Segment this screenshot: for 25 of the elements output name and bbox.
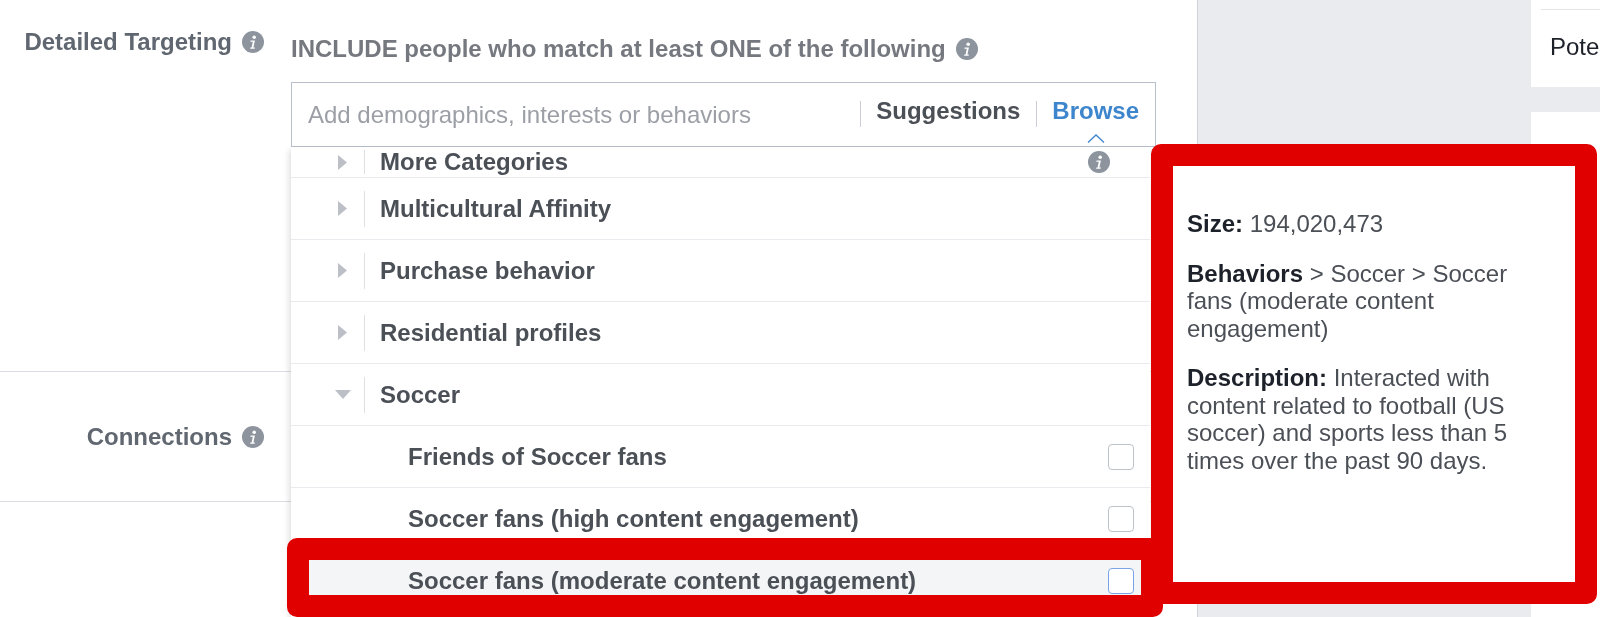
category-path-text: Behaviors > Soccer > Soccer fans (moderate content engagement) <box>1187 259 1509 342</box>
category-item[interactable]: Purchase behavior <box>291 240 1150 302</box>
caret-up-icon <box>1086 134 1105 143</box>
category-item[interactable]: Multicultural Affinity <box>291 178 1150 240</box>
checkbox[interactable] <box>1108 505 1134 532</box>
field-label: Connections <box>86 422 232 451</box>
category-item[interactable]: Soccer <box>291 364 1150 426</box>
list-item[interactable]: Friends of Soccer fans <box>291 426 1150 488</box>
tab[interactable]: Browse <box>1037 83 1155 146</box>
info-icon[interactable] <box>1088 151 1110 173</box>
checkbox[interactable] <box>1108 443 1134 470</box>
search-field[interactable]: Add demographics, interests or behaviors Suggestions Browse <box>291 82 1156 147</box>
include-heading: INCLUDE people who match at least ONE of the following <box>291 35 946 63</box>
category-item[interactable]: More Categories <box>291 147 1150 178</box>
info-icon[interactable] <box>242 425 264 448</box>
info-icon[interactable] <box>242 31 264 53</box>
description-text: Description: Interacted with content related to football (US soccer) and sports less than 5 times over the past 90 days. <box>1187 364 1509 474</box>
tab[interactable]: Suggestions <box>861 83 1037 146</box>
category-item[interactable]: Residential profiles <box>291 302 1150 364</box>
field-label: Detailed Targeting <box>24 28 232 56</box>
panel-text: Pote <box>1549 33 1600 61</box>
checkbox[interactable] <box>1108 567 1134 594</box>
list-item[interactable]: Soccer fans (high content engagement) <box>291 488 1150 550</box>
info-icon[interactable] <box>955 38 978 60</box>
size-text: Size: 194,020,473 <box>1187 210 1385 238</box>
